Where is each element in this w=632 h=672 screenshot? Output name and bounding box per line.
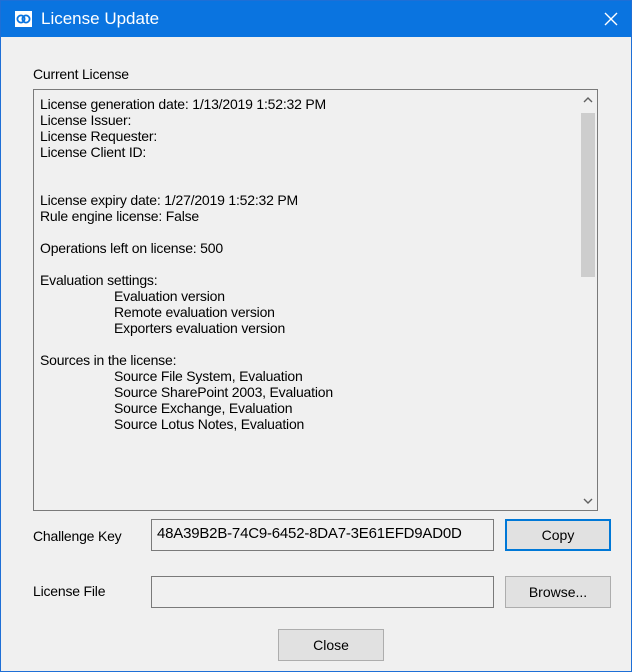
current-license-textbox[interactable]: License generation date: 1/13/2019 1:52:… xyxy=(33,89,598,511)
scroll-up-icon[interactable] xyxy=(579,90,597,108)
license-file-label: License File xyxy=(33,583,106,599)
license-line: Evaluation version xyxy=(114,288,225,304)
license-line: Source File System, Evaluation xyxy=(114,368,303,384)
license-line: License Requester: xyxy=(40,128,158,144)
license-line-blank xyxy=(40,160,590,176)
close-icon[interactable] xyxy=(591,1,631,37)
license-line: Source Exchange, Evaluation xyxy=(114,400,293,416)
license-line-blank xyxy=(40,224,590,240)
license-line: Evaluation settings: xyxy=(40,272,158,288)
license-line: Source Lotus Notes, Evaluation xyxy=(114,416,305,432)
window-title: License Update xyxy=(41,9,160,28)
scroll-down-icon[interactable] xyxy=(579,492,597,510)
license-line: Rule engine license: False xyxy=(40,208,200,224)
license-line: Sources in the license: xyxy=(40,352,177,368)
license-line: License Issuer: xyxy=(40,112,132,128)
license-line-blank xyxy=(40,176,590,192)
scrollbar-thumb[interactable] xyxy=(581,113,595,277)
license-line: License expiry date: 1/27/2019 1:52:32 P… xyxy=(40,192,298,208)
current-license-label: Current License xyxy=(33,66,129,82)
license-details: License generation date: 1/13/2019 1:52:… xyxy=(40,96,590,432)
license-update-dialog: License Update Current License License g… xyxy=(0,0,632,672)
close-button[interactable]: Close xyxy=(278,629,384,661)
license-line: License generation date: 1/13/2019 1:52:… xyxy=(40,96,326,112)
link-app-icon xyxy=(15,11,32,27)
license-line: Exporters evaluation version xyxy=(114,320,286,336)
license-file-field[interactable] xyxy=(151,576,494,608)
license-line-blank xyxy=(40,256,590,272)
browse-button[interactable]: Browse... xyxy=(505,576,611,608)
title-bar[interactable]: License Update xyxy=(1,1,631,37)
license-line: License Client ID: xyxy=(40,144,147,160)
license-line: Operations left on license: 500 xyxy=(40,240,223,256)
license-line: Remote evaluation version xyxy=(114,304,275,320)
vertical-scrollbar[interactable] xyxy=(578,90,597,510)
license-line: Source SharePoint 2003, Evaluation xyxy=(114,384,333,400)
challenge-key-field[interactable]: 48A39B2B-74C9-6452-8DA7-3E61EFD9AD0D xyxy=(151,519,494,551)
license-line-blank xyxy=(40,336,590,352)
copy-button[interactable]: Copy xyxy=(505,519,611,551)
challenge-key-label: Challenge Key xyxy=(33,528,122,544)
